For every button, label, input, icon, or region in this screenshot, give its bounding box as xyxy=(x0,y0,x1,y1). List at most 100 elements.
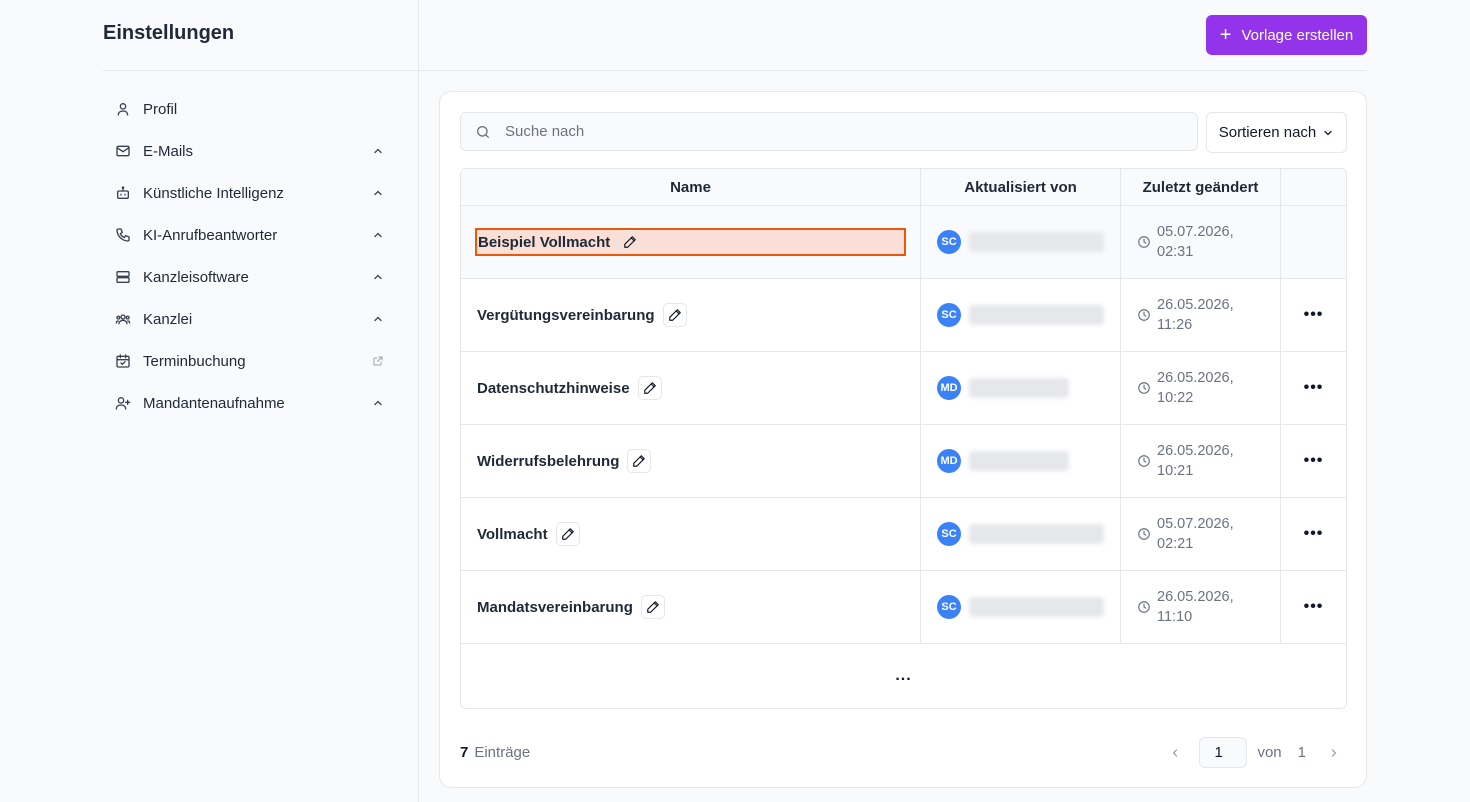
entry-count: 7 Einträge xyxy=(460,744,530,761)
more-options-icon[interactable]: ••• xyxy=(1304,379,1324,397)
modified-date: 05.07.2026, xyxy=(1157,224,1234,240)
chevron-right-icon[interactable] xyxy=(1322,741,1346,765)
sort-dropdown[interactable]: Sortieren nach xyxy=(1206,112,1347,153)
pencil-icon[interactable] xyxy=(640,595,665,619)
sidebar-item-label: KI-Anrufbeantworter xyxy=(143,226,278,244)
templates-card: Sortieren nach Name Aktualisiert von Zul… xyxy=(439,91,1367,788)
more-options-icon[interactable]: ••• xyxy=(1304,452,1324,470)
external-link-icon[interactable] xyxy=(371,354,385,368)
column-header-updated-by[interactable]: Aktualisiert von xyxy=(921,169,1121,205)
more-options-icon[interactable]: ••• xyxy=(1304,525,1324,543)
table-row[interactable]: Datenschutzhinweise MD 26.05.2026, 10:22 ••• xyxy=(461,352,1346,425)
settings-nav: Profil E-Mails Künstliche Intelligenz KI… xyxy=(103,88,393,424)
users-icon xyxy=(115,311,131,327)
create-template-label: Vorlage erstellen xyxy=(1241,26,1354,44)
sidebar-item-emails[interactable]: E-Mails xyxy=(103,130,393,172)
sidebar-item-mandantenaufnahme[interactable]: Mandantenaufnahme xyxy=(103,382,393,424)
last-modified-cell: 26.05.2026, 10:21 xyxy=(1121,425,1281,497)
template-name[interactable]: Beispiel Vollmacht xyxy=(475,228,906,256)
column-header-name[interactable]: Name xyxy=(461,169,921,205)
create-template-button[interactable]: + Vorlage erstellen xyxy=(1206,15,1367,55)
pencil-icon[interactable] xyxy=(618,230,643,254)
template-name-text: Beispiel Vollmacht xyxy=(478,233,611,251)
table-header: Name Aktualisiert von Zuletzt geändert xyxy=(461,169,1346,206)
page-input[interactable] xyxy=(1199,737,1248,768)
plus-icon: + xyxy=(1219,24,1232,46)
pencil-icon[interactable] xyxy=(637,376,662,400)
name-cell: Mandatsvereinbarung xyxy=(461,571,921,643)
sidebar-item-label: Terminbuchung xyxy=(143,352,246,370)
avatar: MD xyxy=(937,449,961,473)
sidebar-item-label: Künstliche Intelligenz xyxy=(143,184,284,202)
column-header-actions xyxy=(1281,169,1346,205)
last-modified-cell: 26.05.2026, 10:22 xyxy=(1121,352,1281,424)
template-name[interactable]: Datenschutzhinweise xyxy=(477,376,662,400)
name-cell: Widerrufsbelehrung xyxy=(461,425,921,497)
template-name[interactable]: Widerrufsbelehrung xyxy=(477,449,652,473)
table-row[interactable]: Mandatsvereinbarung SC 26.05.2026, 11:10 ••• xyxy=(461,571,1346,644)
table-row[interactable]: Vergütungsvereinbarung SC 26.05.2026, 11:26… xyxy=(461,279,1346,352)
redacted-user-name xyxy=(969,524,1104,544)
sidebar-item-terminbuchung[interactable]: Terminbuchung xyxy=(103,340,393,382)
last-modified-cell: 05.07.2026, 02:21 xyxy=(1121,498,1281,570)
sidebar-item-label: Mandantenaufnahme xyxy=(143,394,285,412)
sidebar-item-kuenstliche-intelligenz[interactable]: Künstliche Intelligenz xyxy=(103,172,393,214)
template-name[interactable]: Mandatsvereinbarung xyxy=(477,595,665,619)
bot-icon xyxy=(115,185,131,201)
chevron-up-icon[interactable] xyxy=(371,270,385,284)
column-header-last-modified[interactable]: Zuletzt geändert xyxy=(1121,169,1281,205)
last-modified-cell: 26.05.2026, 11:26 xyxy=(1121,279,1281,351)
last-modified-cell: 26.05.2026, 11:10 xyxy=(1121,571,1281,643)
template-name-text: Mandatsvereinbarung xyxy=(477,598,633,616)
sidebar-item-label: E-Mails xyxy=(143,142,194,160)
sidebar-item-label: Profil xyxy=(143,100,178,118)
chevron-left-icon[interactable] xyxy=(1163,741,1187,765)
table-row[interactable]: Beispiel Vollmacht SC 05.07.2026, 02:31 xyxy=(461,206,1346,279)
table-body: Beispiel Vollmacht SC 05.07.2026, 02:31 Verg… xyxy=(461,206,1346,644)
name-cell: Datenschutzhinweise xyxy=(461,352,921,424)
last-modified-cell: 05.07.2026, 02:31 xyxy=(1121,206,1281,278)
more-options-icon[interactable]: ••• xyxy=(1304,306,1324,324)
chevron-up-icon[interactable] xyxy=(371,396,385,410)
sidebar-item-ki-anrufbeantworter[interactable]: KI-Anrufbeantworter xyxy=(103,214,393,256)
clock-icon xyxy=(1137,381,1157,395)
name-cell: Vollmacht xyxy=(461,498,921,570)
table-row[interactable]: Vollmacht SC 05.07.2026, 02:21 ••• xyxy=(461,498,1346,571)
calendar-check-icon xyxy=(115,353,131,369)
template-name[interactable]: Vergütungsvereinbarung xyxy=(477,303,687,327)
updated-by-cell: SC xyxy=(921,279,1121,351)
pencil-icon[interactable] xyxy=(662,303,687,327)
load-more-button[interactable]: ... xyxy=(461,644,1346,708)
updated-by-cell: MD xyxy=(921,352,1121,424)
table-row[interactable]: Widerrufsbelehrung MD 26.05.2026, 10:21 ••• xyxy=(461,425,1346,498)
actions-cell: ••• xyxy=(1281,425,1346,497)
sidebar-item-profil[interactable]: Profil xyxy=(103,88,393,130)
search-input[interactable] xyxy=(505,123,1185,140)
pencil-icon[interactable] xyxy=(627,449,652,473)
sidebar-item-kanzleisoftware[interactable]: Kanzleisoftware xyxy=(103,256,393,298)
user-plus-icon xyxy=(115,395,131,411)
avatar: SC xyxy=(937,230,961,254)
actions-cell: ••• xyxy=(1281,571,1346,643)
name-cell: Vergütungsvereinbarung xyxy=(461,279,921,351)
modified-date: 26.05.2026, xyxy=(1157,443,1234,459)
chevron-up-icon[interactable] xyxy=(371,312,385,326)
modified-date: 26.05.2026, xyxy=(1157,589,1234,605)
modified-time: 11:26 xyxy=(1157,317,1193,333)
chevron-up-icon[interactable] xyxy=(371,228,385,242)
server-icon xyxy=(115,269,131,285)
chevron-up-icon[interactable] xyxy=(371,144,385,158)
more-options-icon[interactable]: ••• xyxy=(1304,598,1324,616)
sidebar-item-kanzlei[interactable]: Kanzlei xyxy=(103,298,393,340)
chevron-up-icon[interactable] xyxy=(371,186,385,200)
modified-time: 10:21 xyxy=(1157,463,1194,479)
updated-by-cell: SC xyxy=(921,498,1121,570)
template-name[interactable]: Vollmacht xyxy=(477,522,580,546)
modified-date: 05.07.2026, xyxy=(1157,516,1234,532)
avatar: SC xyxy=(937,303,961,327)
search-box[interactable] xyxy=(460,112,1198,151)
modified-time: 02:21 xyxy=(1157,536,1194,552)
redacted-user-name xyxy=(969,305,1104,325)
page-total: 1 xyxy=(1297,744,1306,761)
pencil-icon[interactable] xyxy=(555,522,580,546)
